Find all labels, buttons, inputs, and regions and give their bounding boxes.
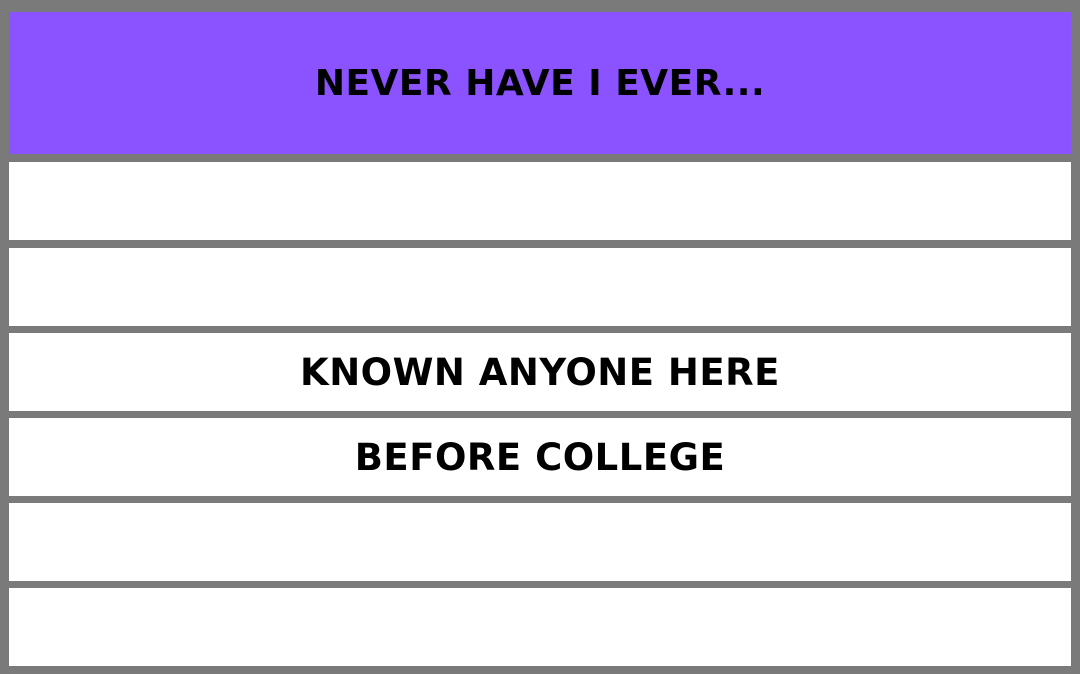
list-row-5 xyxy=(9,503,1071,581)
card-frame: NEVER HAVE I EVER... KNOWN ANYONE HERE B… xyxy=(0,0,1080,674)
row-text: BEFORE COLLEGE xyxy=(354,435,726,479)
header-banner: NEVER HAVE I EVER... xyxy=(9,12,1071,154)
row-text: KNOWN ANYONE HERE xyxy=(300,350,780,394)
list-row-6 xyxy=(9,588,1071,666)
list-row-4: BEFORE COLLEGE xyxy=(9,418,1071,496)
list-row-2 xyxy=(9,248,1071,326)
header-title: NEVER HAVE I EVER... xyxy=(314,62,766,104)
list-row-1 xyxy=(9,162,1071,240)
list-row-3: KNOWN ANYONE HERE xyxy=(9,333,1071,411)
